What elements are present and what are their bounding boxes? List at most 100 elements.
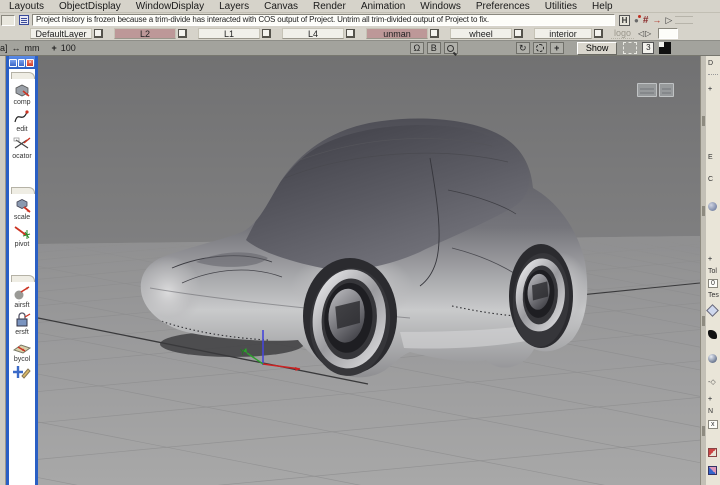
pointer-icon[interactable]: → (652, 15, 661, 25)
menu-objectdisplay[interactable]: ObjectDisplay (59, 1, 121, 12)
tool-airsft[interactable]: airsft (9, 284, 35, 310)
blue-cross-pencil-icon (12, 365, 32, 379)
layer-end-box (658, 28, 678, 39)
panel-tolerance-label: Tol (708, 268, 717, 275)
menu-help[interactable]: Help (592, 1, 613, 12)
tool-locator[interactable]: ocator (9, 135, 35, 161)
resize-arrows-icon[interactable]: ↔ (12, 43, 21, 53)
locator-scissors-icon (12, 135, 32, 153)
rotate-view-icon[interactable]: ↻ (516, 42, 530, 54)
status-stub-box (1, 15, 15, 26)
layer-wheel-checkbox[interactable] (514, 29, 523, 38)
layer-bar: DefaultLayer L2 L1 L4 unman wheel interi… (0, 27, 720, 40)
dashed-circle-glyph (536, 44, 544, 52)
tool-scale-label: scale (9, 214, 35, 222)
prompt-doc-icon[interactable] (19, 15, 29, 25)
menu-canvas[interactable]: Canvas (264, 1, 298, 12)
panel-tolerance-value[interactable]: 0 (708, 279, 718, 288)
control-panel-cut: D + E C + Tol 0 Tes -◇ + N x (706, 56, 720, 485)
tool-bycol[interactable]: bycol (9, 338, 35, 364)
move-view-icon[interactable]: + (550, 42, 564, 54)
viewport-corner-button-2[interactable] (659, 83, 674, 97)
layer-scroll-arrows[interactable]: ◁▷ (638, 29, 652, 38)
panel-arrow-icon[interactable]: -◇ (708, 378, 716, 386)
play-icon[interactable]: ▷ (665, 15, 672, 26)
magnifier-icon[interactable] (444, 42, 458, 54)
layer-l1[interactable]: L1 (198, 28, 260, 39)
history-icon[interactable]: H (619, 15, 630, 26)
panel-diamond-icon[interactable] (706, 304, 719, 317)
padlock-icon (12, 311, 32, 329)
tool-pivot[interactable]: pivot (9, 223, 35, 249)
palette-section-tab[interactable] (11, 72, 35, 79)
crosshair-icon: + (52, 43, 57, 53)
tool-comp-label: comp (9, 99, 35, 107)
dashed-circle-icon[interactable] (533, 42, 547, 54)
resize-grip[interactable] (675, 16, 693, 24)
tool-ersft[interactable]: ersft (9, 311, 35, 337)
panel-brush-icon[interactable] (708, 330, 717, 339)
toolbar: a] ↔ mm + 100 Ω B ↻ + Show 3 (0, 40, 720, 56)
menu-windowdisplay[interactable]: WindowDisplay (136, 1, 204, 12)
menu-render[interactable]: Render (313, 1, 346, 12)
tool-scale[interactable]: scale (9, 196, 35, 222)
panel-red-tool-icon[interactable] (708, 448, 717, 457)
layer-unman[interactable]: unman (366, 28, 428, 39)
palette-section-tab[interactable] (11, 187, 35, 194)
menu-animation[interactable]: Animation (361, 1, 405, 12)
tool-ersft-label: ersft (9, 329, 35, 337)
perspective-viewport[interactable]: Y (38, 56, 700, 485)
layer-wheel[interactable]: wheel (450, 28, 512, 39)
magnet-snap-icon[interactable]: Ω (410, 42, 424, 54)
window-count-box[interactable]: 3 (642, 42, 654, 54)
layer-interior[interactable]: interior (534, 28, 592, 39)
record-dot-icon[interactable]: ● (634, 16, 639, 25)
layer-defaultlayer[interactable]: DefaultLayer (30, 28, 92, 39)
scale-cube-icon (12, 196, 32, 214)
viewport-corner-button-1[interactable] (637, 83, 657, 97)
palette-section-tab[interactable] (11, 275, 35, 282)
menu-layers[interactable]: Layers (219, 1, 249, 12)
grid-snap-icon[interactable]: # (643, 15, 649, 26)
layer-interior-checkbox[interactable] (594, 29, 603, 38)
layer-defaultlayer-checkbox[interactable] (94, 29, 103, 38)
menu-utilities[interactable]: Utilities (545, 1, 577, 12)
status-message-field[interactable]: Project history is frozen because a trim… (32, 14, 615, 26)
tool-comp[interactable]: comp (9, 81, 35, 107)
magnifier-glyph (447, 45, 454, 52)
menu-preferences[interactable]: Preferences (476, 1, 530, 12)
panel-fragment-d: D (708, 60, 713, 67)
shade-toggle-icon[interactable] (659, 42, 671, 54)
panel-tab-plus-icon[interactable]: + (708, 256, 712, 263)
layer-unman-checkbox[interactable] (430, 29, 439, 38)
b-doc-icon[interactable]: B (427, 42, 441, 54)
panel-tab2-plus-icon[interactable]: + (708, 396, 712, 403)
layer-l4-checkbox[interactable] (346, 29, 355, 38)
minimize-icon[interactable] (9, 59, 17, 67)
layer-l2-checkbox[interactable] (178, 29, 187, 38)
panel-shaded-sphere-icon[interactable] (708, 354, 717, 363)
panel-pencil-icon[interactable] (708, 466, 717, 475)
layer-logo[interactable]: logo (611, 28, 634, 39)
layer-l2[interactable]: L2 (114, 28, 176, 39)
close-icon[interactable]: × (26, 59, 34, 67)
tool-locator-label: ocator (9, 153, 35, 161)
tool-edit[interactable]: edit (9, 108, 35, 134)
unit-label[interactable]: mm (25, 43, 40, 53)
marquee-box-icon[interactable] (623, 42, 637, 54)
show-button[interactable]: Show (577, 42, 618, 55)
panel-sphere-icon[interactable] (708, 202, 717, 211)
layer-l1-checkbox[interactable] (262, 29, 271, 38)
menu-layouts[interactable]: Layouts (9, 1, 44, 12)
viewport-canvas[interactable]: Y (38, 56, 700, 485)
status-row: Project history is frozen because a trim… (0, 13, 720, 27)
palette-title-bar[interactable]: × (9, 56, 35, 69)
layer-l4[interactable]: L4 (282, 28, 344, 39)
menu-windows[interactable]: Windows (420, 1, 461, 12)
zoom-value[interactable]: 100 (61, 43, 76, 53)
maximize-icon[interactable] (18, 59, 26, 67)
panel-tessellation-label: Tes (708, 292, 719, 299)
panel-plus-icon[interactable]: + (708, 86, 712, 93)
panel-x-box[interactable]: x (708, 420, 718, 429)
tool-fragment-bottom[interactable] (9, 365, 35, 379)
